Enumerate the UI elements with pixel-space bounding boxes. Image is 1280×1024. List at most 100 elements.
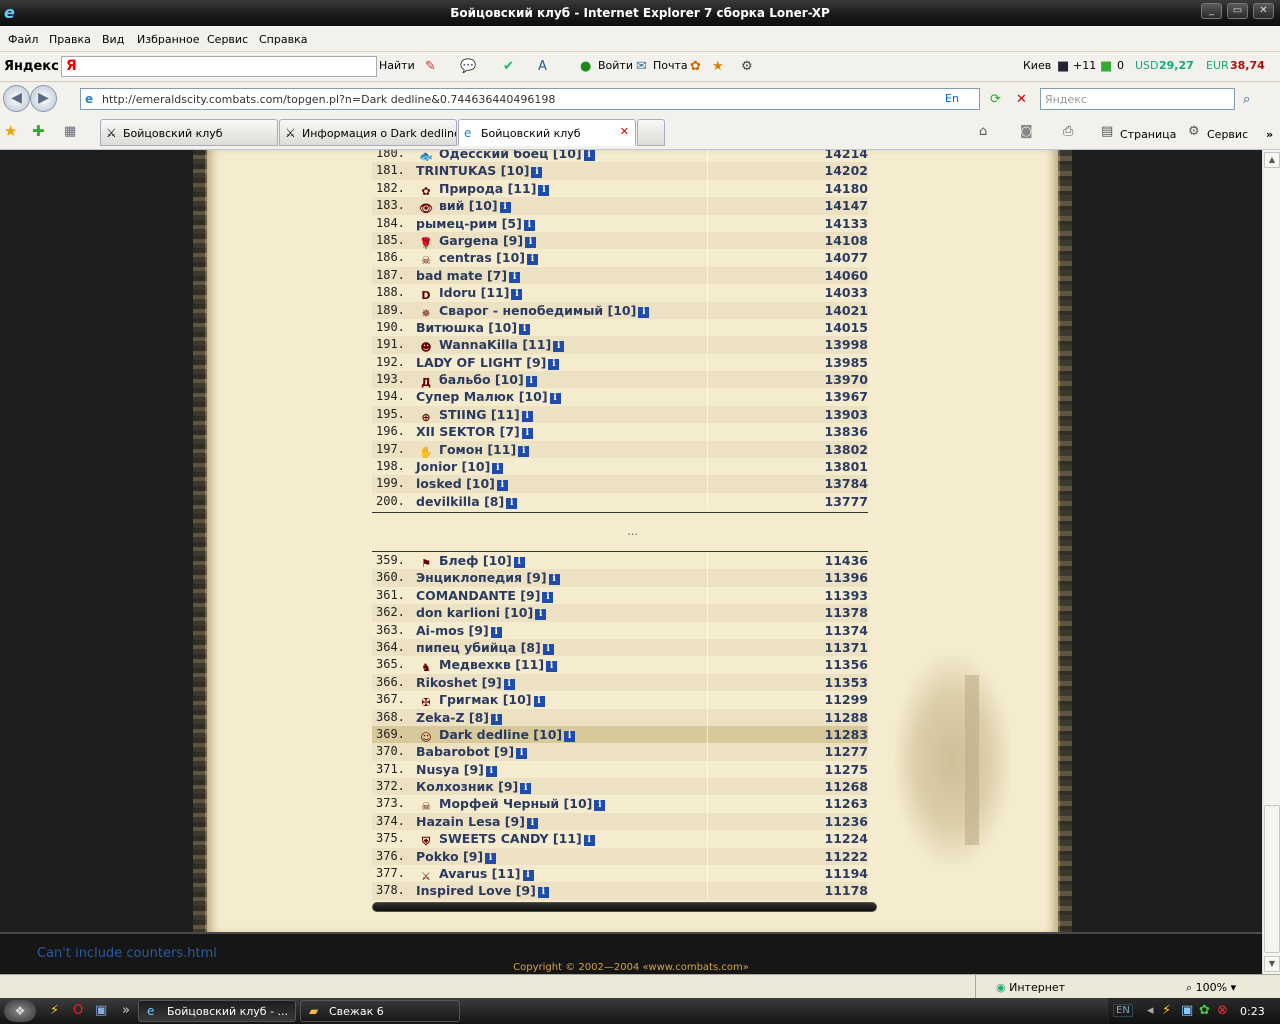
player-name[interactable]: Энциклопедия [9] i [416, 570, 560, 586]
player-name-text[interactable]: Одесский боец [10] [439, 150, 582, 161]
media-icon[interactable]: ▣ [95, 1003, 107, 1018]
player-name[interactable]: D Idoru [11] i [416, 285, 523, 303]
spellcheck-icon[interactable]: ✔ [503, 59, 514, 74]
info-icon[interactable]: i [516, 748, 528, 760]
icq-icon[interactable]: ✿ [1199, 1003, 1210, 1018]
player-name[interactable]: Супер Малюк [10] i [416, 389, 561, 405]
info-icon[interactable]: i [638, 306, 650, 318]
info-icon[interactable]: i [513, 557, 525, 568]
info-icon[interactable]: i [521, 428, 533, 440]
player-name-text[interactable]: Супер Малюк [10] [416, 389, 548, 404]
player-name[interactable]: 👁 вий [10] i [416, 198, 511, 216]
player-name[interactable]: ♞ Медвехкв [11] i [416, 657, 558, 675]
menu-help[interactable]: Справка [259, 33, 307, 46]
player-name[interactable]: ✠ Григмак [10] i [416, 692, 545, 710]
scroll-thumb[interactable] [1264, 805, 1280, 953]
vertical-scrollbar[interactable]: ▲ ▼ [1262, 150, 1280, 974]
page-menu-button[interactable]: Страница [1120, 128, 1176, 141]
info-icon[interactable]: i [492, 463, 504, 475]
yandex-search-input[interactable]: Я [61, 56, 377, 77]
player-name-text[interactable]: Dark dedline [10] [439, 727, 562, 742]
more-quicklaunch-icon[interactable]: » [122, 1003, 130, 1018]
tools-menu-button[interactable]: Сервис [1207, 128, 1248, 141]
player-name[interactable]: Rikoshet [9] i [416, 675, 515, 690]
player-name-text[interactable]: bad mate [7] [416, 268, 507, 283]
player-name-text[interactable]: don karlioni [10] [416, 605, 533, 620]
info-icon[interactable]: i [503, 678, 515, 690]
info-icon[interactable]: i [546, 661, 558, 673]
add-favorite-icon[interactable]: ✚ [32, 122, 45, 140]
player-name-text[interactable]: Babarobot [9] [416, 744, 514, 759]
quick-tabs-icon[interactable]: ▦ [64, 124, 76, 139]
player-name[interactable]: ☺ Dark dedline [10] i [416, 727, 576, 745]
tab-info-dark-dedline[interactable]: ⚔ Информация о Dark dedline [279, 119, 457, 146]
player-name[interactable]: Inspired Love [9] i [416, 883, 549, 899]
info-icon[interactable]: i [521, 410, 533, 422]
info-icon[interactable]: i [564, 730, 576, 742]
print-icon[interactable]: ⎙ [1063, 124, 1073, 139]
player-name-text[interactable]: Колхозник [9] [416, 779, 518, 794]
player-name-text[interactable]: Hazain Lesa [9] [416, 814, 525, 829]
info-icon[interactable]: i [485, 765, 497, 777]
player-name-text[interactable]: Avarus [11] [439, 866, 521, 881]
minimize-button[interactable]: _ [1201, 3, 1222, 19]
refresh-icon[interactable]: ⟳ [990, 92, 1001, 107]
home-icon[interactable]: ⌂ [979, 124, 987, 139]
maximize-button[interactable]: ▭ [1227, 3, 1248, 19]
player-name-text[interactable]: Морфей Черный [10] [439, 796, 592, 811]
player-name-text[interactable]: XII SEKTOR [7] [416, 424, 520, 439]
player-name[interactable]: Дбальбо [10] i [416, 372, 537, 390]
player-name-text[interactable]: SWEETS CANDY [11] [439, 831, 582, 846]
feeds-icon[interactable]: ◙ [1020, 124, 1033, 139]
taskbar-item-ie[interactable]: e Бойцовский клуб - ... [138, 1000, 296, 1022]
player-name[interactable]: Nusya [9] i [416, 762, 497, 777]
yandex-find-button[interactable]: Найти [379, 59, 415, 72]
start-button[interactable]: ❖ [4, 1000, 36, 1022]
info-icon[interactable]: i [490, 626, 502, 638]
weather-city[interactable]: Киев [1023, 59, 1051, 72]
info-icon[interactable]: i [533, 696, 545, 708]
url-text[interactable]: http://emeraldscity.combats.com/topgen.p… [102, 93, 555, 106]
mail-button[interactable]: Почта [653, 59, 688, 72]
info-icon[interactable]: i [526, 817, 538, 829]
menu-edit[interactable]: Правка [49, 33, 91, 46]
player-name-text[interactable]: Ai-mos [9] [416, 623, 489, 638]
player-name[interactable]: TRINTUKAS [10] i [416, 163, 543, 179]
player-name-text[interactable]: Inspired Love [9] [416, 883, 536, 898]
marker-icon[interactable]: ✎ [425, 59, 436, 74]
player-name[interactable]: losked [10] i [416, 476, 508, 492]
addon-icon[interactable]: ✿ [690, 59, 701, 74]
info-icon[interactable]: i [542, 643, 554, 655]
player-name[interactable]: Ai-mos [9] i [416, 623, 502, 638]
player-name[interactable]: ✋ Гомон [11] i [416, 442, 530, 460]
search-icon[interactable]: ⌕ [1243, 92, 1250, 107]
player-name[interactable]: Jonior [10] i [416, 459, 504, 475]
opera-icon[interactable]: O [73, 1003, 83, 1018]
player-name[interactable]: ⊕ STIING [11] i [416, 407, 533, 425]
quicklaunch-icon[interactable]: ⚡ [50, 1003, 59, 1018]
player-name-text[interactable]: WannaKilla [11] [439, 337, 551, 352]
zoom-level[interactable]: ⌕ 100% ▾ [1186, 981, 1236, 995]
player-name[interactable]: рымец-рим [5] i [416, 216, 535, 231]
player-name-text[interactable]: Pokko [9] [416, 849, 483, 864]
menu-file[interactable]: Файл [8, 33, 38, 46]
info-icon[interactable]: i [499, 202, 511, 214]
player-name-text[interactable]: Медвехкв [11] [439, 657, 544, 672]
player-name[interactable]: bad mate [7] i [416, 268, 521, 283]
address-field[interactable]: e http://emeraldscity.combats.com/topgen… [80, 88, 980, 110]
info-icon[interactable]: i [535, 609, 547, 621]
menu-view[interactable]: Вид [102, 33, 124, 46]
language-indicator[interactable]: EN [1113, 1004, 1133, 1017]
player-name-text[interactable]: пипец убийца [8] [416, 640, 541, 655]
scroll-up-button[interactable]: ▲ [1264, 152, 1280, 168]
player-name-text[interactable]: Гомон [11] [439, 442, 516, 457]
info-icon[interactable]: i [538, 184, 550, 196]
menu-favorites[interactable]: Избранное [137, 33, 199, 46]
player-name[interactable]: Zeka-Z [8] i [416, 710, 503, 725]
network-icon[interactable]: ▣ [1181, 1003, 1193, 1018]
info-icon[interactable]: i [583, 150, 595, 161]
info-icon[interactable]: i [491, 713, 503, 725]
player-name[interactable]: ☠ centras [10] i [416, 250, 538, 268]
info-icon[interactable]: i [509, 271, 521, 283]
player-name-text[interactable]: centras [10] [439, 250, 525, 265]
